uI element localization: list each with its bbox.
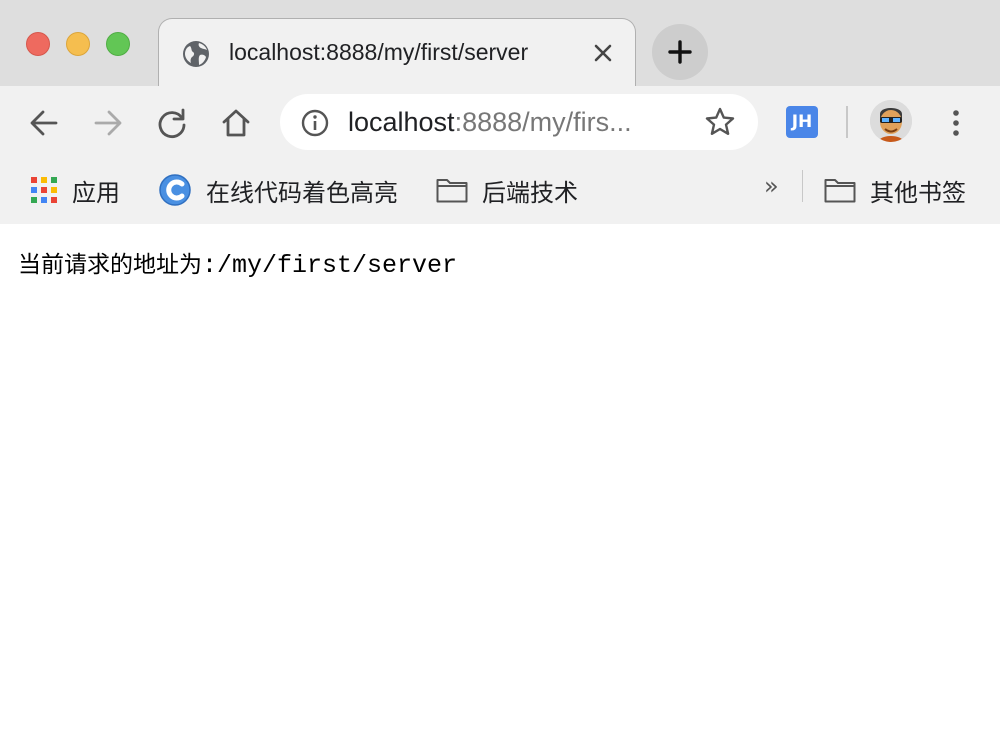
jh-extension-button[interactable]: JH (786, 106, 818, 138)
request-address-path: :/my/first/server (202, 251, 458, 280)
folder-icon (824, 179, 856, 203)
active-tab[interactable]: localhost:8888/my/first/server (158, 18, 636, 86)
request-address-prefix: 当前请求的地址为 (18, 252, 202, 278)
new-tab-button[interactable] (652, 24, 708, 80)
home-icon[interactable] (218, 106, 254, 140)
toolbar: localhost:8888/my/firs... JH (0, 86, 1000, 158)
folder-icon (436, 179, 468, 203)
bookmark-code-highlight-label: 在线代码着色高亮 (206, 178, 398, 207)
menu-dots-icon[interactable] (942, 106, 970, 140)
plus-icon (668, 40, 692, 64)
close-window-button[interactable] (26, 32, 50, 56)
info-icon[interactable] (300, 108, 330, 138)
browser-chrome: localhost:8888/my/first/server localhost… (0, 0, 1000, 224)
bookmark-backend-label: 后端技术 (482, 178, 578, 207)
bookmarks-divider (802, 170, 803, 202)
star-icon[interactable] (704, 106, 736, 138)
bookmark-code-highlight[interactable]: 在线代码着色高亮 (158, 170, 398, 210)
toolbar-divider (846, 106, 848, 138)
bookmark-backend-folder[interactable]: 后端技术 (436, 170, 578, 210)
back-arrow-icon[interactable] (26, 106, 62, 140)
c-logo-icon (159, 174, 191, 206)
avatar-image (870, 100, 912, 142)
minimize-window-button[interactable] (66, 32, 90, 56)
bookmarks-overflow-chevron[interactable]: » (764, 172, 779, 200)
bookmarks-bar: 应用 在线代码着色高亮 后端技术 » 其他书签 (0, 158, 1000, 224)
url-text[interactable]: localhost:8888/my/firs... (348, 107, 632, 138)
request-address-text: 当前请求的地址为:/my/first/server (18, 245, 457, 280)
bookmark-apps[interactable]: 应用 (30, 170, 120, 210)
close-tab-icon[interactable] (591, 41, 615, 65)
address-bar[interactable]: localhost:8888/my/firs... (280, 94, 758, 150)
profile-avatar[interactable] (870, 100, 912, 142)
globe-icon (183, 41, 209, 67)
maximize-window-button[interactable] (106, 32, 130, 56)
bookmark-other-folder[interactable]: 其他书签 (824, 170, 966, 210)
page-content: 当前请求的地址为:/my/first/server (0, 225, 1000, 750)
tab-title: localhost:8888/my/first/server (229, 39, 529, 65)
bookmark-other-label: 其他书签 (870, 178, 966, 207)
forward-arrow-icon[interactable] (90, 106, 126, 140)
bookmark-apps-label: 应用 (72, 178, 120, 207)
reload-icon[interactable] (154, 106, 190, 140)
apps-grid-icon (31, 177, 57, 203)
